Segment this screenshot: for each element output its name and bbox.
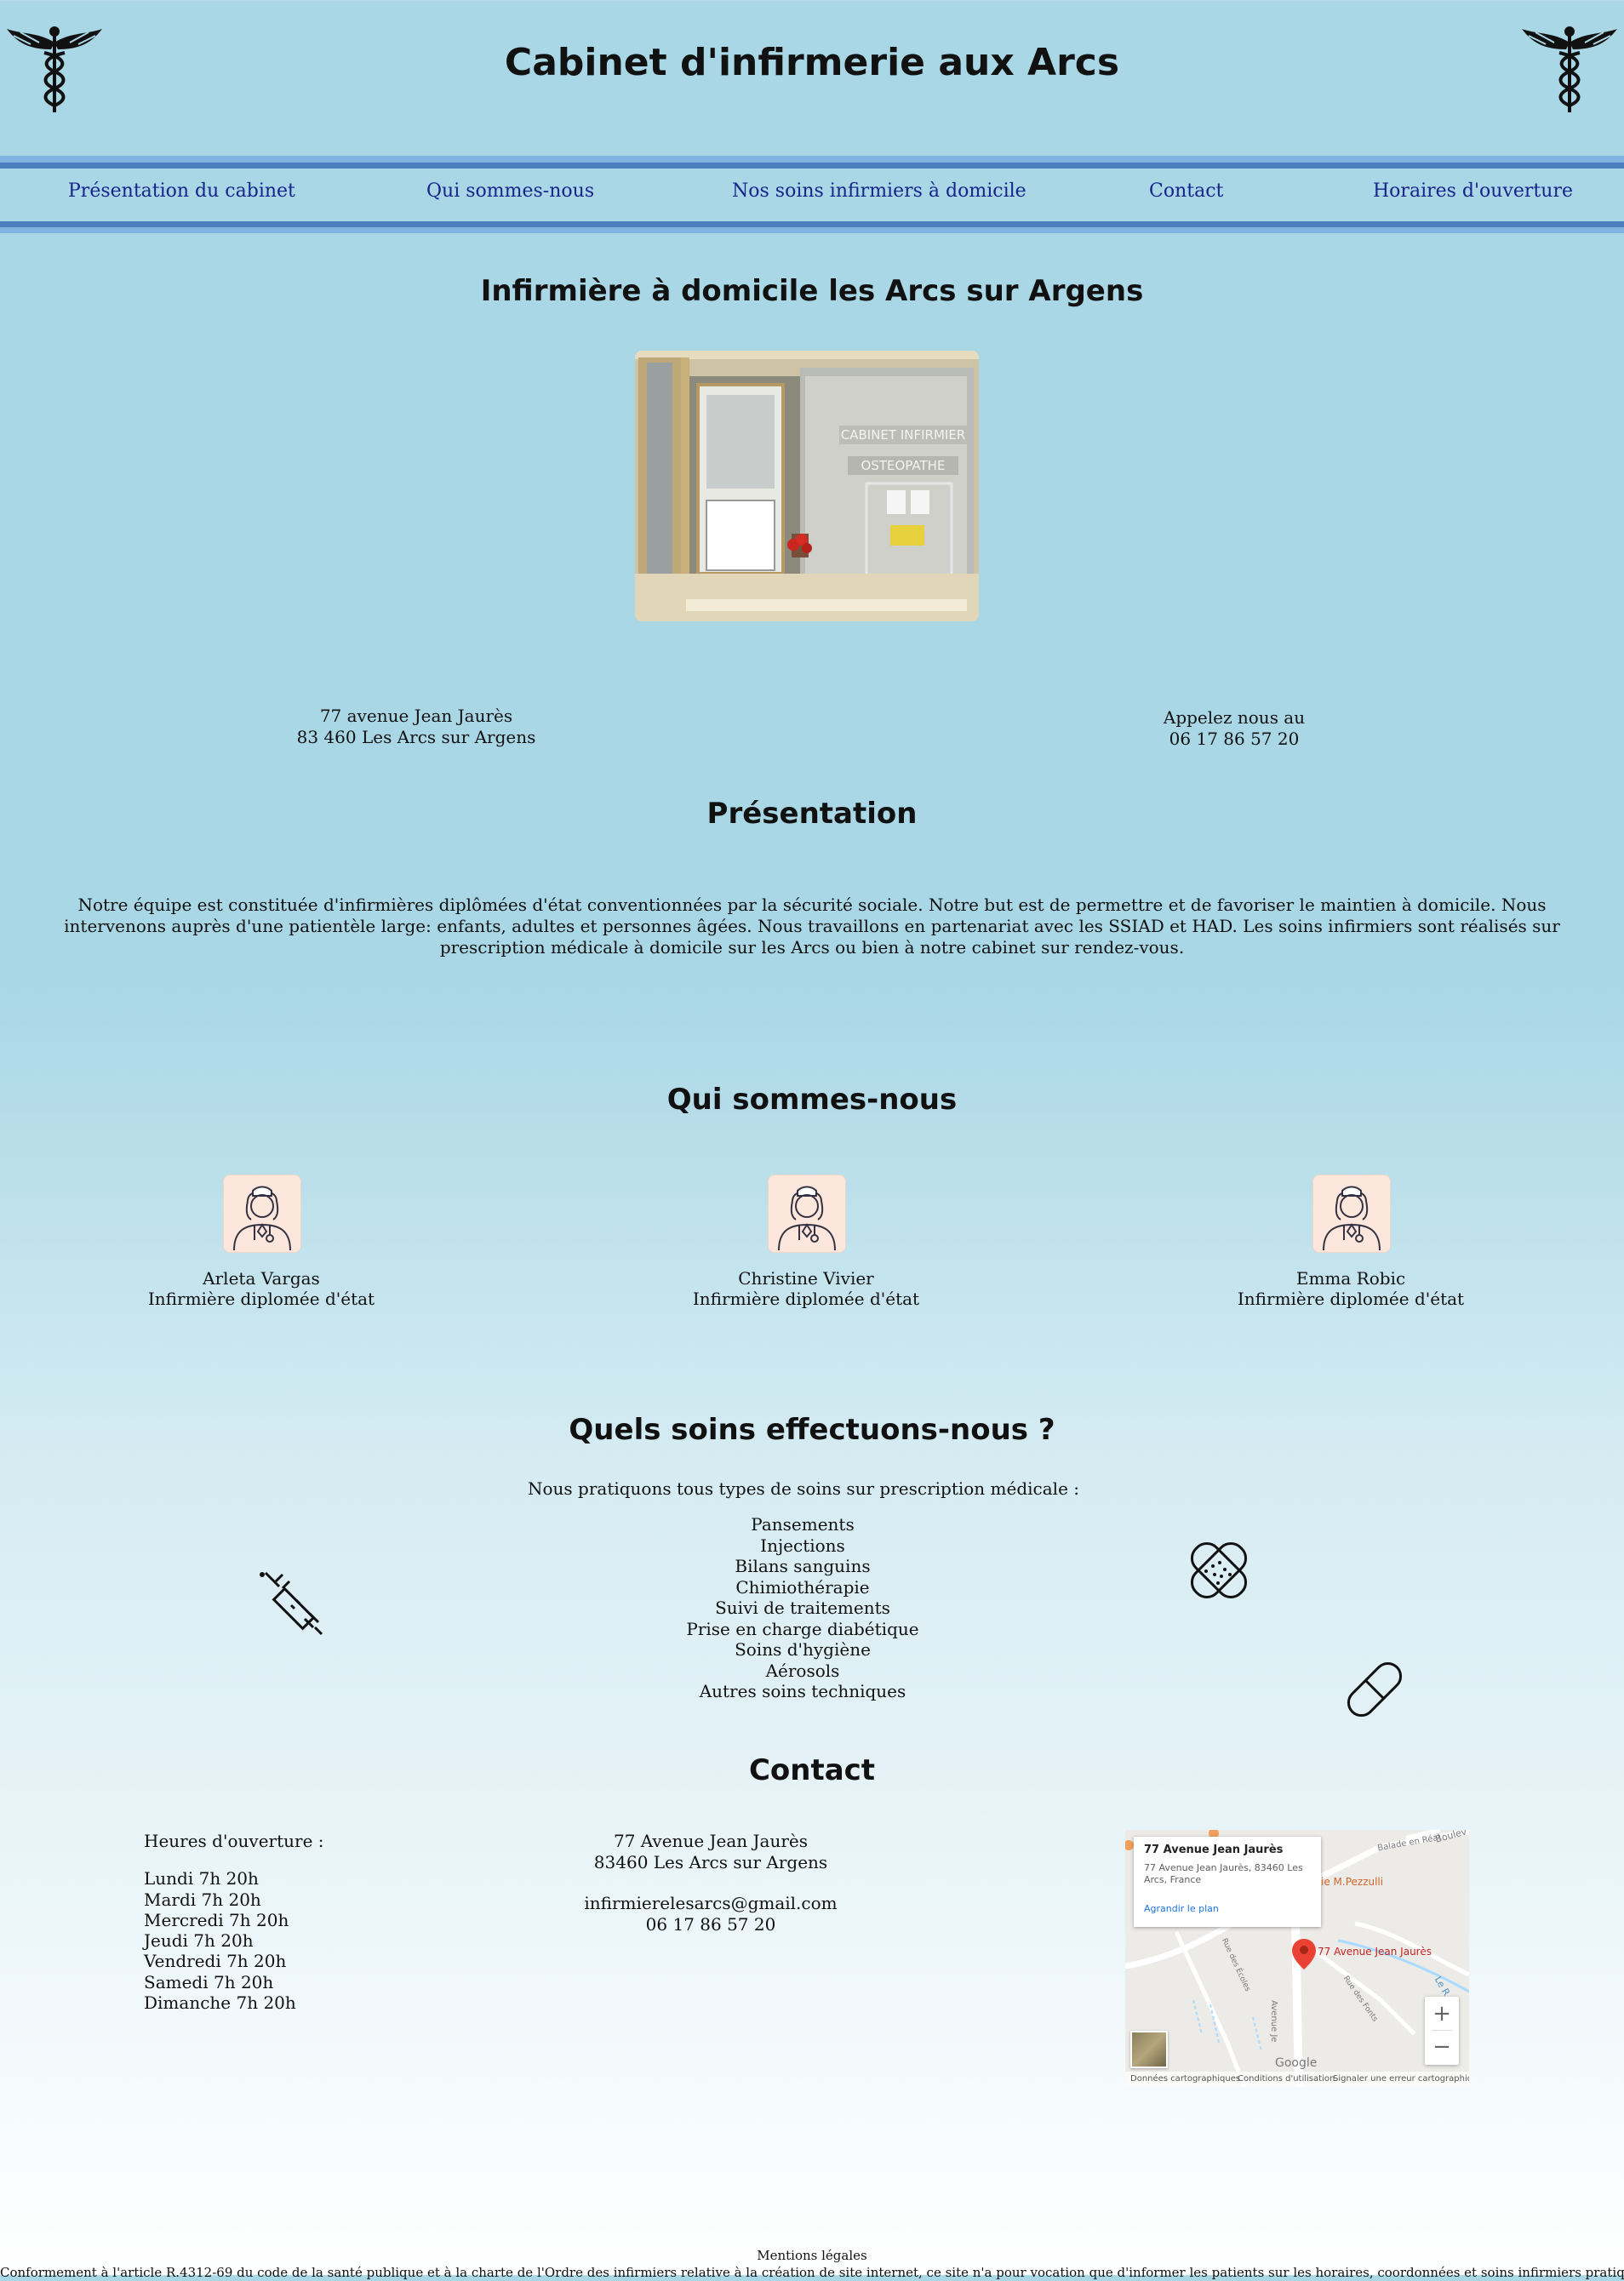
care-item: Pansements (751, 1514, 855, 1535)
contact-address-line2: 83460 Les Arcs sur Argens (593, 1851, 828, 1872)
photo-sign-cabinet: CABINET INFIRMIER (841, 427, 965, 443)
map-zoom-divider (1432, 2030, 1452, 2031)
care-intro: Nous pratiquons tous types de soins sur … (527, 1478, 1080, 1499)
map-data-credit[interactable]: Données cartographiques (1130, 2074, 1240, 2084)
contact-phone[interactable]: 06 17 86 57 20 (540, 1914, 881, 1935)
nav-link-contact[interactable]: Contact (1149, 180, 1223, 202)
contact-title: Contact (748, 1753, 876, 1787)
care-item: Chimiothérapie (735, 1576, 870, 1598)
hours-row: Mardi 7h 20h (144, 1889, 261, 1910)
map-card-title: 77 Avenue Jean Jaurès (1144, 1844, 1284, 1856)
member-role: Infirmière diplomée d'état (692, 1289, 920, 1309)
map-report-link[interactable]: Signaler une erreur cartographique (1333, 2074, 1469, 2084)
map-enlarge-link[interactable]: Agrandir le plan (1144, 1903, 1219, 1914)
nav-link-hours[interactable]: Horaires d'ouverture (1373, 180, 1573, 202)
map-info-card: 77 Avenue Jean Jaurès 77 Avenue Jean Jau… (1134, 1837, 1321, 1927)
nav-top-border-light (0, 156, 1624, 163)
nav-link-care[interactable]: Nos soins infirmiers à domicile (732, 180, 1026, 202)
bandage-icon (1190, 1541, 1248, 1599)
presentation-text: Notre équipe est constituée d'infirmière… (0, 895, 1624, 958)
care-item: Aérosols (765, 1660, 840, 1681)
member-name: Christine Vivier (738, 1268, 874, 1289)
care-item: Bilans sanguins (735, 1556, 871, 1576)
cabinet-photo: CABINET INFIRMIER OSTEOPATHE (635, 351, 979, 621)
legal-text: Conformement à l'article R.4312-69 du co… (0, 2265, 1624, 2280)
nurse-avatar-icon (768, 1175, 846, 1253)
nurse-avatar-icon (1312, 1175, 1391, 1253)
presentation-line-2: intervenons auprès d'une patientèle larg… (64, 916, 1560, 936)
care-item: Suivi de traitements (715, 1598, 890, 1618)
presentation-line-1: Notre équipe est constituée d'infirmière… (77, 895, 1547, 915)
hero-call: Appelez nous au 06 17 86 57 20 (1064, 707, 1404, 750)
nav-bottom-border-dark (0, 221, 1624, 227)
hero-address-line2: 83 460 Les Arcs sur Argens (296, 727, 536, 747)
member-card-2: Christine Vivier Infirmière diplomée d'é… (636, 1268, 976, 1309)
presentation-title: Présentation (706, 797, 918, 831)
nav-top-border-dark (0, 163, 1624, 169)
nav-link-presentation[interactable]: Présentation du cabinet (68, 180, 295, 202)
contact-details: 77 Avenue Jean Jaurès 83460 Les Arcs sur… (540, 1831, 881, 1935)
hours-label: Heures d'ouverture : (144, 1831, 324, 1851)
nav-link-team[interactable]: Qui sommes-nous (426, 180, 594, 202)
member-role: Infirmière diplomée d'état (147, 1289, 375, 1309)
map-street-avenue: Avenue Je (1269, 2000, 1278, 2043)
hero-phone[interactable]: 06 17 86 57 20 (1064, 729, 1404, 750)
map-zoom-in-button[interactable]: + (1425, 1998, 1459, 2029)
hours-row: Mercredi 7h 20h (144, 1909, 289, 1930)
member-card-3: Emma Robic Infirmière diplomée d'état (1181, 1268, 1521, 1309)
map-zoom-out-button[interactable]: − (1425, 2032, 1459, 2062)
google-logo: Google (1275, 2056, 1318, 2070)
nurse-avatar-icon (223, 1175, 301, 1253)
map-poi-pezzulli: ie M.Pezzulli (1321, 1876, 1384, 1888)
hours-row: Samedi 7h 20h (144, 1971, 274, 1992)
presentation-line-3: prescription médicale à domicile sur les… (439, 937, 1185, 958)
hero-address-line1: 77 avenue Jean Jaurès (319, 706, 513, 726)
opening-hours: Heures d'ouverture : Lundi 7h 20h Mardi … (144, 1831, 399, 2013)
member-name: Arleta Vargas (203, 1268, 320, 1289)
hours-row: Vendredi 7h 20h (144, 1951, 287, 1972)
map-marker-label: 77 Avenue Jean Jaurès (1318, 1946, 1432, 1958)
pill-icon (1347, 1661, 1403, 1718)
google-map[interactable]: 77 Avenue Jean Jaurès 77 Avenue Jean Jau… (1125, 1830, 1469, 2087)
team-title: Qui sommes-nous (666, 1083, 958, 1117)
care-title: Quels soins effectuons-nous ? (569, 1413, 1055, 1447)
member-card-1: Arleta Vargas Infirmière diplomée d'état (91, 1268, 432, 1309)
map-marker-icon[interactable] (1292, 1939, 1316, 1969)
care-list: Pansements Injections Bilans sanguins Ch… (632, 1514, 973, 1702)
map-terms-link[interactable]: Conditions d'utilisation (1238, 2074, 1335, 2084)
care-item: Soins d'hygiène (735, 1639, 871, 1660)
legal-title[interactable]: Mentions légales (0, 2247, 1624, 2264)
member-role: Infirmière diplomée d'état (1237, 1289, 1465, 1309)
site-title: Cabinet d'infirmerie aux Arcs (504, 41, 1120, 84)
hours-row: Lundi 7h 20h (144, 1868, 259, 1889)
hours-row: Dimanche 7h 20h (144, 1992, 296, 2014)
map-footer-bar: Données cartographiques Conditions d'uti… (1125, 2072, 1469, 2087)
hero-address: 77 avenue Jean Jaurès 83 460 Les Arcs su… (246, 706, 586, 748)
map-card-address: 77 Avenue Jean Jaurès, 83460 Les Arcs, F… (1144, 1862, 1303, 1885)
hours-row: Jeudi 7h 20h (144, 1930, 254, 1952)
caduceus-icon (1522, 26, 1617, 112)
care-item: Prise en charge diabétique (686, 1618, 919, 1639)
hero-title: Infirmière à domicile les Arcs sur Argen… (480, 274, 1144, 308)
photo-sign-osteo: OSTEOPATHE (861, 458, 946, 473)
contact-email[interactable]: infirmierelesarcs@gmail.com (540, 1893, 881, 1914)
contact-address-line1: 77 Avenue Jean Jaurès (613, 1831, 809, 1851)
main-nav: Présentation du cabinet Qui sommes-nous … (0, 169, 1624, 221)
nav-bottom-border-light (0, 227, 1624, 233)
map-zoom-controls: + − (1425, 1997, 1459, 2065)
care-item: Injections (760, 1535, 845, 1556)
member-name: Emma Robic (1295, 1268, 1406, 1289)
map-satellite-toggle[interactable] (1130, 2031, 1168, 2068)
care-item: Autres soins techniques (699, 1681, 906, 1701)
syringe-icon (260, 1571, 323, 1636)
hero-call-label: Appelez nous au (1163, 707, 1306, 728)
